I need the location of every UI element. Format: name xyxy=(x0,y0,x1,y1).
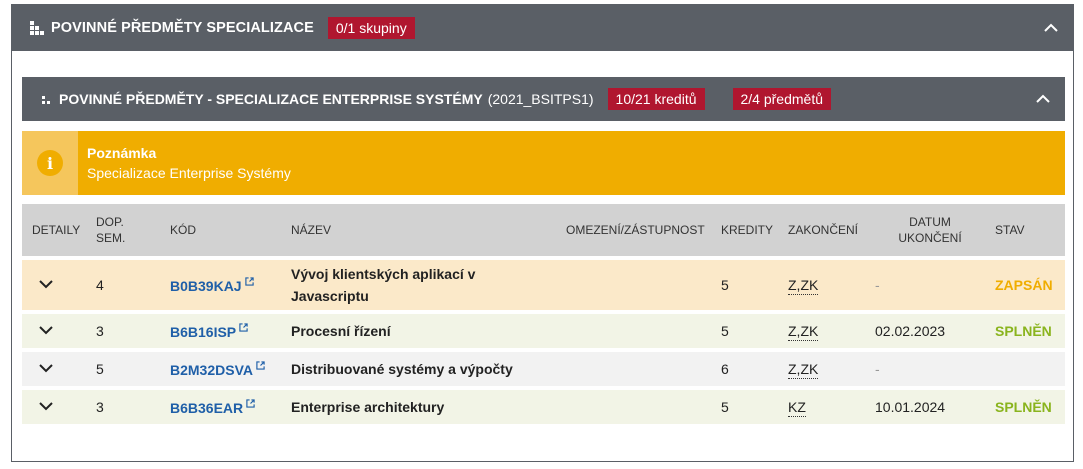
table-row: 3 B6B16ISP Procesní řízení 5 Z,ZK 02.02.… xyxy=(22,314,1065,348)
subjects-table: DETAILY DOP. SEM. KÓD NÁZEV OMEZENÍ/ZÁSTU… xyxy=(22,204,1065,424)
subject-code-link[interactable]: B6B16ISP xyxy=(170,324,236,340)
credits-cell: 6 xyxy=(721,361,729,377)
semester-cell: 5 xyxy=(96,361,104,377)
completion-type[interactable]: Z,ZK xyxy=(788,361,819,379)
header-kredity[interactable]: KREDITY xyxy=(711,204,778,256)
semester-cell: 3 xyxy=(96,399,104,415)
subject-code-link[interactable]: B0B39KAJ xyxy=(170,278,242,294)
credits-cell: 5 xyxy=(721,323,729,339)
chevron-up-icon[interactable] xyxy=(1043,20,1059,36)
subject-name: Distribuované systémy a výpočty xyxy=(291,361,513,377)
date-cell: - xyxy=(875,277,880,293)
header-stav[interactable]: STAV xyxy=(985,204,1065,256)
note-title: Poznámka xyxy=(87,145,157,161)
header-detaily: DETAILY xyxy=(32,223,81,237)
inner-title: POVINNÉ PŘEDMĚTY - SPECIALIZACE ENTERPRI… xyxy=(59,91,483,107)
group-panel-inner: POVINNÉ PŘEDMĚTY - SPECIALIZACE ENTERPRI… xyxy=(22,77,1065,424)
header-datum-line2: UKONČENÍ xyxy=(898,231,962,245)
omezeni-cell xyxy=(556,390,711,424)
chevron-down-icon[interactable] xyxy=(38,400,54,412)
note-text: Specializace Enterprise Systémy xyxy=(87,165,291,181)
chevron-down-icon[interactable] xyxy=(38,324,54,336)
subject-code-link[interactable]: B6B36EAR xyxy=(170,400,243,416)
semester-cell: 3 xyxy=(96,323,104,339)
external-link-icon[interactable] xyxy=(256,360,265,370)
omezeni-cell xyxy=(556,260,711,310)
completion-type[interactable]: Z,ZK xyxy=(788,323,819,341)
table-row: 5 B2M32DSVA Distribuované systémy a výpo… xyxy=(22,352,1065,386)
credits-cell: 5 xyxy=(721,399,729,415)
subgroup-icon xyxy=(42,92,52,106)
inner-code: (2021_BSITPS1) xyxy=(487,91,594,107)
chevron-down-icon[interactable] xyxy=(38,362,54,374)
credits-badge: 10/21 kreditů xyxy=(607,88,705,110)
subject-code-link[interactable]: B2M32DSVA xyxy=(170,362,253,378)
status-badge xyxy=(985,352,1065,386)
hierarchy-icon xyxy=(30,21,44,35)
completion-type[interactable]: KZ xyxy=(788,399,806,417)
note-content: Poznámka Specializace Enterprise Systémy xyxy=(78,131,300,195)
subject-name: Vývoj klientských aplikací v Javascriptu xyxy=(281,260,556,310)
subject-name-line1: Vývoj klientských aplikací v xyxy=(291,266,476,282)
date-cell: 02.02.2023 xyxy=(875,323,946,339)
omezeni-cell xyxy=(556,352,711,386)
date-cell: - xyxy=(875,361,880,377)
subject-name: Procesní řízení xyxy=(291,323,391,339)
status-badge: ZAPSÁN xyxy=(995,277,1053,293)
info-icon: i xyxy=(37,150,63,176)
chevron-down-icon[interactable] xyxy=(38,278,54,290)
date-cell: 10.01.2024 xyxy=(875,399,946,415)
completion-type[interactable]: Z,ZK xyxy=(788,277,819,295)
header-sem: SEM. xyxy=(96,231,126,245)
omezeni-cell xyxy=(556,314,711,348)
header-dop: DOP. xyxy=(96,215,124,229)
status-badge: SPLNĚN xyxy=(995,323,1052,339)
external-link-icon[interactable] xyxy=(244,276,254,286)
header-kod[interactable]: KÓD xyxy=(160,204,281,256)
external-link-icon[interactable] xyxy=(246,398,255,408)
note-box: i Poznámka Specializace Enterprise Systé… xyxy=(22,131,1065,195)
subject-name: Enterprise architektury xyxy=(291,399,445,415)
table-row: 4 B0B39KAJ Vývoj klientských aplikací v J… xyxy=(22,260,1065,310)
status-badge: SPLNĚN xyxy=(995,399,1052,415)
credits-cell: 5 xyxy=(721,277,729,293)
note-icon-box: i xyxy=(22,131,78,195)
inner-header[interactable]: POVINNÉ PŘEDMĚTY - SPECIALIZACE ENTERPRI… xyxy=(22,77,1065,121)
semester-cell: 4 xyxy=(96,277,104,293)
header-datum[interactable]: DATUM UKONČENÍ xyxy=(865,204,985,256)
chevron-up-icon[interactable] xyxy=(1035,91,1051,107)
header-zakonceni[interactable]: ZAKONČENÍ xyxy=(778,204,865,256)
group-panel-outer: POVINNÉ PŘEDMĚTY SPECIALIZACE 0/1 skupin… xyxy=(11,4,1074,462)
header-datum-line1: DATUM xyxy=(909,215,951,229)
outer-header[interactable]: POVINNÉ PŘEDMĚTY SPECIALIZACE 0/1 skupin… xyxy=(12,5,1073,51)
header-omezeni: OMEZENÍ/ZÁSTUPNOST xyxy=(566,223,705,237)
header-nazev[interactable]: NÁZEV xyxy=(281,204,556,256)
subject-name-line2: Javascriptu xyxy=(291,288,369,304)
table-header-row: DETAILY DOP. SEM. KÓD NÁZEV OMEZENÍ/ZÁSTU… xyxy=(22,204,1065,256)
external-link-icon[interactable] xyxy=(239,322,248,332)
table-row: 3 B6B36EAR Enterprise architektury 5 KZ … xyxy=(22,390,1065,424)
subjects-badge: 2/4 předmětů xyxy=(732,88,831,110)
header-dop-sem[interactable]: DOP. SEM. xyxy=(86,204,160,256)
groups-badge: 0/1 skupiny xyxy=(327,17,415,39)
outer-title: POVINNÉ PŘEDMĚTY SPECIALIZACE xyxy=(51,20,314,36)
